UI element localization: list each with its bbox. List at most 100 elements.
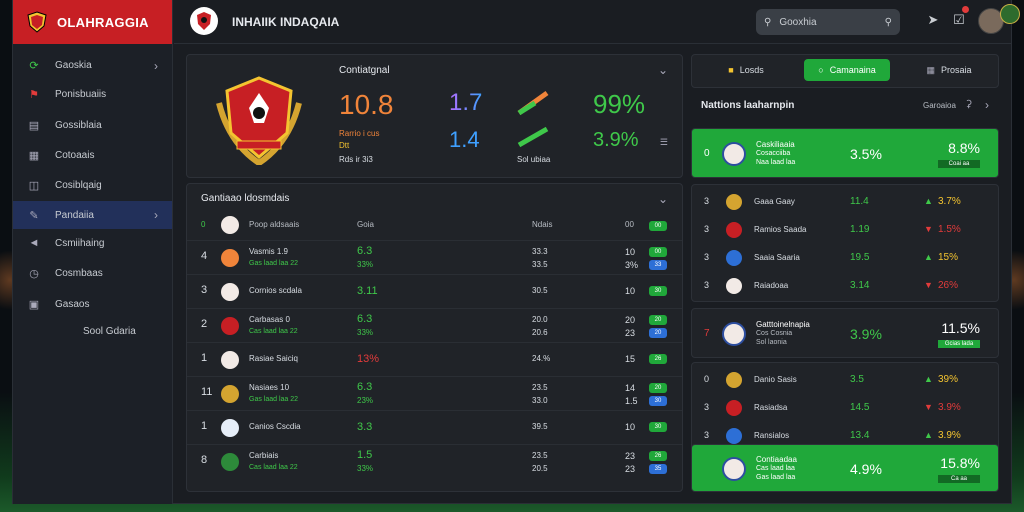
team-icon [726, 278, 742, 294]
briefcase-icon: ▤ [28, 119, 40, 132]
table-title: Gantiaao ldosmdais [201, 193, 290, 204]
sidebar-item-2[interactable]: ⚑ Ponisbuaiis [13, 79, 172, 109]
bar-label: Gcias lada [938, 340, 980, 348]
chevron-down-icon[interactable]: ⌄ [658, 63, 668, 77]
row-rank: 11 [201, 386, 213, 398]
window-icon: ▣ [28, 298, 40, 311]
page-title: INHAIIK INDAQAIA [232, 15, 340, 29]
table-row[interactable]: 2 Carbasas 0 Cas laad laa 22 6.3 33% 20.0 20.6… [187, 308, 682, 342]
goal-value: 6.3 [357, 245, 373, 257]
team-icon [722, 457, 746, 481]
trend-icon: ▲ [924, 252, 933, 262]
sidebar-item-9[interactable]: ▣ Gasaos [13, 289, 172, 319]
chevron-down-icon[interactable]: ⌄ [658, 192, 668, 206]
value: 1.19 [850, 224, 870, 235]
goal-pct: 33% [357, 260, 374, 269]
goal-pct: 33% [357, 328, 374, 337]
header-rank: 0 [201, 220, 206, 229]
goal-value: 13% [357, 353, 380, 365]
form-pill-b: 33 [649, 260, 667, 270]
goal-pct: 33% [357, 464, 374, 473]
clock-icon: ◷ [29, 267, 39, 280]
list-item[interactable]: 3 Raiadoaa 3.14 ▼ 26% [692, 272, 998, 300]
search-input[interactable]: ⚲ Gooxhia ⚲ [756, 9, 900, 35]
team-name: Saaia Saaria [754, 253, 800, 262]
team-icon [726, 372, 742, 388]
tab-camanaina[interactable]: ○ Camanaina [804, 59, 890, 81]
tab-prosaia[interactable]: ▦ Prosaia [904, 59, 994, 81]
rankings-filter[interactable]: Garoaioa [923, 101, 956, 110]
sidebar-item-10[interactable]: Sool Gdaria [13, 319, 172, 343]
alert-icon[interactable]: ☑ [950, 12, 968, 30]
team-name: Canios Cscdia [249, 422, 301, 431]
rank: 0 [704, 374, 710, 384]
tab-label: Losds [739, 65, 764, 75]
row-rank: 8 [201, 454, 208, 466]
search-submit-icon[interactable]: ⚲ [885, 17, 892, 28]
rank: 3 [704, 224, 710, 234]
list-item[interactable]: 3 Rasiadsa 14.5 ▼ 3.9% [692, 394, 998, 422]
sidebar-item-label: Gasaos [55, 298, 90, 310]
goal-value: 1.5 [357, 449, 373, 461]
points-value-b: 1.5 [625, 396, 638, 406]
location-icon[interactable]: ➤ [924, 12, 942, 30]
list-item[interactable]: 0 Danio Sasis 3.5 ▲ 39% [692, 366, 998, 394]
goal-value: 6.3 [357, 381, 373, 393]
value: 3.5 [850, 374, 864, 385]
points-value: 23 [625, 451, 636, 461]
points-value-b: 23 [625, 328, 636, 338]
change: 3.9% [938, 430, 961, 441]
sidebar-item-6[interactable]: ✎ Pandaiia › [13, 201, 172, 229]
sidebar-item-4[interactable]: ▦ Cotoaais [13, 141, 172, 169]
stat-four: 99% [593, 89, 646, 119]
brand-logo[interactable]: OLAHRAGGIA [13, 0, 172, 44]
team-icon [722, 322, 746, 346]
header-ndais: Ndais [532, 220, 553, 229]
rank: 0 [704, 148, 710, 159]
team-name: Danio Sasis [754, 375, 797, 384]
points-value: 10 [625, 247, 636, 257]
list-item[interactable]: 3 Saaia Saaria 19.5 ▲ 15% [692, 244, 998, 272]
team-icon [726, 400, 742, 416]
points-value-b: 3% [625, 260, 639, 270]
team-sub: Cos Cosnia [756, 330, 793, 337]
team-badge-icon[interactable] [1000, 4, 1020, 24]
form-pill-b: 20 [649, 328, 667, 338]
featured-title: Contiatgnal [339, 65, 390, 76]
team-icon [221, 283, 239, 301]
highlight-card[interactable]: Contiaadaa Cas laad laa Gas laad laa 4.9% 15… [691, 444, 999, 492]
sidebar-item-8[interactable]: ◷ Cosmbaas [13, 257, 172, 289]
trophy-icon: ■ [728, 65, 734, 75]
table-row[interactable]: 11 Nasiaes 10 Gas laad laa 22 6.3 23% 23.5 33.… [187, 376, 682, 410]
chevron-right-icon[interactable]: › [985, 98, 989, 112]
list-item[interactable]: 3 Ramios Saada 1.19 ▼ 1.5% [692, 216, 998, 244]
sidebar-item-5[interactable]: ◫ Cosiblqaig [13, 169, 172, 201]
sidebar-item-3[interactable]: ▤ Gossiblaia [13, 109, 172, 141]
table-row[interactable]: 4 Vasmis 1.9 Gas laad laa 22 6.3 33% 33.3 33.5… [187, 240, 682, 274]
refresh-icon: ⟳ [29, 60, 39, 72]
team-icon [221, 216, 239, 234]
highlight-card[interactable]: 7 Gatttoinelnapia Cos Cosnia Sol laonia 3.9%… [691, 308, 999, 358]
highlight-card[interactable]: 0 Caskiliaaia Cosacciiba Naa laad laa 3.5% 8.… [691, 128, 999, 178]
table-row[interactable]: 1 Canios Cscdia 3.3 39.5 10 30 [187, 410, 682, 444]
table-row[interactable]: 1 Rasiae Saiciq 13% 24.% 15 26 [187, 342, 682, 376]
top-bar: INHAIIK INDAQAIA ⚲ Gooxhia ⚲ ➤ ☑ [174, 0, 1020, 44]
search-icon: ⚲ [764, 16, 772, 28]
filter-icon[interactable]: ⚳ [965, 99, 972, 110]
tab-losds[interactable]: ■ Losds [700, 59, 792, 81]
expand-icon[interactable]: ☰ [660, 137, 668, 148]
sidebar: OLAHRAGGIA ⟳ Gaoskia › ⚑ Ponisbuaiis ▤ Gossibl… [13, 0, 173, 504]
rank: 3 [704, 196, 710, 206]
team-sub: Cosacciiba [756, 150, 791, 157]
header-points: 00 [625, 220, 634, 229]
table-row[interactable]: 3 Cornios scdala 3.11 30.5 10 30 [187, 274, 682, 308]
form-pill-b: 30 [649, 396, 667, 406]
table-row[interactable]: 8 Carbiais Cas laad laa 22 1.5 33% 23.5 20.5 23… [187, 444, 682, 478]
tabs-bar: ■ Losds ○ Camanaina ▦ Prosaia [691, 54, 999, 88]
value: 4.9% [850, 461, 882, 477]
tab-label: Camanaina [829, 65, 876, 75]
points-value: 15 [625, 354, 636, 364]
sidebar-item-7[interactable]: ◄ Csmiihaing [13, 229, 172, 257]
list-item[interactable]: 3 Gaaa Gaay 11.4 ▲ 3.7% [692, 188, 998, 216]
sidebar-item-1[interactable]: ⟳ Gaoskia › [13, 52, 172, 79]
